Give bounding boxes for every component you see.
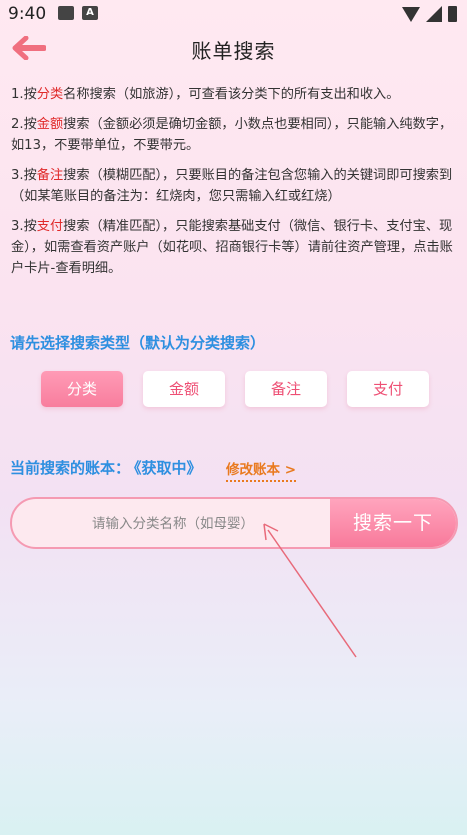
highlight-text: 金额 (36, 117, 64, 132)
header: 账单搜索 (0, 28, 467, 68)
ledger-value: 《获取中》 (134, 459, 202, 477)
instruction-note: 3.按备注搜索（模糊匹配），只要账目的备注包含您输入的关键词即可搜索到（如某笔账… (11, 168, 453, 204)
instructions: 1.按分类名称搜索（如旅游），可查看该分类下的所有支出和收入。 2.按金额搜索（… (11, 84, 457, 288)
modify-ledger-link[interactable]: 修改账本 > (226, 458, 297, 482)
signal-icon (426, 6, 442, 22)
instruction-payment: 3.按支付搜索（精准匹配），只能搜索基础支付（微信、银行卡、支付宝、现金），如需… (11, 219, 453, 276)
search-type-label: 请先选择搜索类型（默认为分类搜索） (10, 334, 266, 352)
type-button-amount[interactable]: 金额 (143, 371, 225, 407)
wifi-icon (402, 6, 420, 22)
page-title: 账单搜索 (191, 39, 276, 63)
type-button-note[interactable]: 备注 (245, 371, 327, 407)
status-system-icons (402, 6, 457, 22)
status-notification-icons: A (58, 6, 98, 20)
battery-icon (448, 6, 457, 22)
status-time: 9:40 (8, 4, 47, 24)
type-button-payment[interactable]: 支付 (347, 371, 429, 407)
status-bar: 9:40 A (0, 0, 467, 28)
search-type-group: 分类 金额 备注 支付 (41, 371, 431, 409)
instruction-category: 1.按分类名称搜索（如旅游），可查看该分类下的所有支出和收入。 (11, 87, 400, 102)
highlight-text: 备注 (36, 168, 64, 183)
ledger-label: 当前搜索的账本： (10, 459, 131, 477)
highlight-text: 分类 (36, 87, 64, 102)
instruction-amount: 2.按金额搜索（金额必须是确切金额，小数点也要相同），只能输入纯数字，如13，不… (11, 117, 453, 153)
image-icon (58, 6, 74, 20)
type-button-category[interactable]: 分类 (41, 371, 123, 407)
app-a-icon: A (82, 6, 98, 20)
highlight-text: 支付 (36, 219, 64, 234)
search-button[interactable]: 搜索一下 (330, 499, 456, 547)
current-ledger: 当前搜索的账本： 《获取中》 (10, 457, 202, 478)
search-input[interactable] (12, 499, 334, 547)
search-box: 搜索一下 (10, 497, 458, 549)
